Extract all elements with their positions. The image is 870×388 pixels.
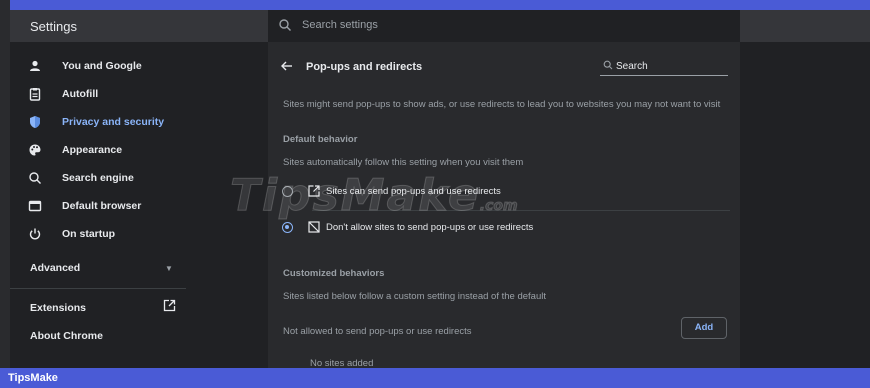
app-title: Settings: [30, 19, 77, 34]
sidebar-item-label: Default browser: [62, 200, 142, 212]
sidebar-item-search-engine[interactable]: Search engine: [10, 165, 258, 191]
back-arrow-icon[interactable]: [280, 59, 294, 73]
blocked-popup-icon: [308, 221, 320, 233]
open-in-new-icon[interactable]: [163, 299, 176, 312]
settings-search-box[interactable]: Search settings: [268, 10, 740, 42]
default-behavior-heading: Default behavior: [283, 134, 358, 145]
customized-behaviors-heading: Customized behaviors: [283, 268, 385, 279]
sidebar-item-label: Privacy and security: [62, 116, 165, 128]
settings-header: Settings Search settings: [10, 10, 870, 42]
sidebar-divider: [10, 288, 186, 289]
sidebar-item-label: Appearance: [62, 144, 123, 156]
page-search-input[interactable]: Search: [616, 61, 648, 72]
sidebar-item-default-browser[interactable]: Default browser: [10, 193, 258, 219]
settings-search-input[interactable]: Search settings: [302, 19, 378, 31]
sidebar-item-appearance[interactable]: Appearance: [10, 137, 258, 163]
window-left-border: [0, 0, 10, 388]
sidebar-item-privacy-and-security[interactable]: Privacy and security: [10, 109, 258, 135]
sidebar-item-autofill[interactable]: Autofill: [10, 81, 258, 107]
sidebar-item-extensions[interactable]: Extensions: [30, 302, 86, 314]
sidebar-item-label: You and Google: [62, 60, 142, 72]
sidebar-item-you-and-google[interactable]: You and Google: [10, 53, 258, 79]
sidebar-item-on-startup[interactable]: On startup: [10, 221, 258, 247]
power-icon: [29, 228, 41, 240]
default-behavior-description: Sites automatically follow this setting …: [283, 157, 524, 168]
sidebar-item-label: On startup: [62, 228, 116, 240]
popups-settings-card: Pop-ups and redirects Search Sites might…: [268, 42, 740, 369]
search-icon: [29, 172, 41, 184]
sidebar-item-about-chrome[interactable]: About Chrome: [30, 330, 103, 342]
person-icon: [30, 60, 40, 71]
radio-button[interactable]: [282, 186, 293, 197]
option-divider: [312, 210, 730, 211]
customized-behaviors-description: Sites listed below follow a custom setti…: [283, 291, 546, 302]
sidebar-item-label: Autofill: [62, 88, 99, 100]
sidebar-item-label: Search engine: [62, 172, 134, 184]
browser-window-icon: [28, 200, 42, 212]
footer-label: TipsMake: [8, 372, 58, 384]
page-search-box[interactable]: Search: [600, 56, 728, 76]
open-in-new-icon: [308, 185, 320, 197]
search-icon: [279, 19, 291, 31]
option-label: Sites can send pop-ups and use redirects: [326, 186, 501, 197]
footer-bar: TipsMake: [0, 368, 870, 388]
search-icon: [603, 60, 613, 70]
page-title: Pop-ups and redirects: [306, 61, 423, 73]
window-top-border: [0, 0, 870, 10]
sidebar-advanced-toggle[interactable]: Advanced: [30, 262, 80, 274]
chevron-down-icon[interactable]: ▼: [165, 264, 173, 273]
option-label: Don't allow sites to send pop-ups or use…: [326, 222, 534, 233]
intro-description: Sites might send pop-ups to show ads, or…: [283, 99, 721, 110]
shield-icon: [30, 116, 40, 128]
sidebar: You and Google Autofill Privacy and secu…: [10, 42, 258, 368]
palette-icon: [29, 144, 41, 156]
clipboard-icon: [29, 88, 41, 101]
option-allow-popups[interactable]: Sites can send pop-ups and use redirects: [280, 181, 730, 205]
add-site-button[interactable]: Add: [681, 317, 727, 339]
not-allowed-label: Not allowed to send pop-ups or use redir…: [283, 326, 472, 337]
radio-button-checked[interactable]: [282, 222, 293, 233]
option-block-popups[interactable]: Don't allow sites to send pop-ups or use…: [280, 217, 730, 241]
